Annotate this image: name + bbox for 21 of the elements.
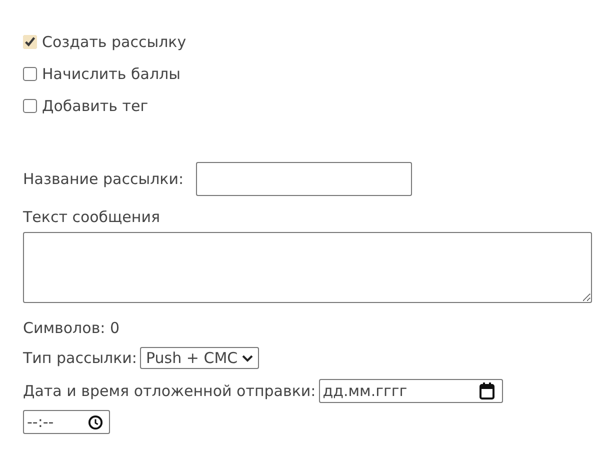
- checkbox-label: Добавить тег: [42, 97, 148, 115]
- dropdown[interactable]: Push + СМС: [140, 347, 259, 369]
- field-label: Название рассылки:: [23, 170, 184, 188]
- chevron-down-icon: [242, 354, 253, 362]
- calendar-icon: [478, 382, 495, 400]
- field-label: Тип рассылки:: [23, 349, 137, 367]
- checkbox-label: Начислить баллы: [42, 65, 180, 83]
- field-label: Дата и время отложенной отправки:: [23, 382, 316, 400]
- input-field[interactable]: [196, 162, 412, 196]
- checkbox[interactable]: [23, 99, 37, 113]
- char-counter: Символов: 0: [23, 319, 121, 337]
- date-placeholder: дд.мм.гггг: [322, 382, 408, 400]
- time-field[interactable]: --:--: [23, 410, 110, 434]
- date-field[interactable]: дд.мм.гггг: [318, 379, 503, 403]
- checkbox-label: Создать рассылку: [42, 33, 186, 51]
- clock-icon: [88, 414, 103, 430]
- field-label: Текст сообщения: [23, 208, 161, 226]
- checkbox[interactable]: [23, 35, 37, 49]
- message-field[interactable]: [23, 232, 592, 303]
- checkbox[interactable]: [23, 67, 37, 81]
- time-placeholder: --:--: [27, 413, 55, 431]
